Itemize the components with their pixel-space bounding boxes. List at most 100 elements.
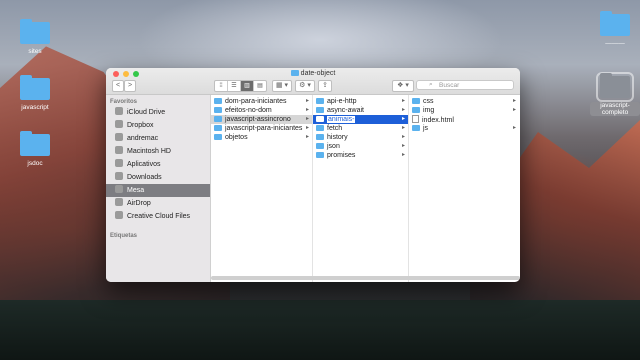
list-item[interactable]: fetch ▸ [313, 124, 408, 133]
desktop-folder-sites[interactable]: sites [10, 19, 60, 55]
apps-icon [115, 159, 123, 167]
column-view-button[interactable]: ▥ [241, 81, 254, 91]
folder-icon [316, 134, 324, 140]
folder-icon [412, 125, 420, 131]
desktop-folder-javascript[interactable]: javascript [10, 75, 60, 111]
chevron-right-icon: ▸ [401, 116, 405, 122]
dropbox-icon [115, 120, 123, 128]
sidebar-item-andremac[interactable]: andremac [106, 132, 210, 145]
chevron-right-icon: ▸ [401, 125, 405, 131]
home-icon [115, 133, 123, 141]
folder-icon [412, 107, 420, 113]
view-mode-selector: ⁞⁞ ☰ ▥ ▤ [214, 80, 267, 92]
cloud-icon [115, 107, 123, 115]
list-item-selected[interactable]: animais- ▸ [313, 115, 408, 124]
folder-icon [20, 19, 50, 44]
list-item[interactable]: dom-para-iniciantes ▸ [211, 97, 312, 106]
folder-icon [20, 131, 50, 156]
list-item[interactable]: img ▸ [409, 106, 519, 115]
sidebar-item-label: AirDrop [127, 200, 151, 207]
chevron-right-icon: ▸ [401, 98, 405, 104]
download-icon [115, 172, 123, 180]
folder-icon [214, 134, 222, 140]
folder-icon [316, 98, 324, 104]
folder-icon [596, 72, 634, 102]
column-browser: dom-para-iniciantes ▸ efeitos-no-dom ▸ jav… [211, 95, 520, 282]
sidebar-item-airdrop[interactable]: AirDrop [106, 197, 210, 210]
arrange-button[interactable]: ▦ ▾ [272, 80, 292, 92]
chevron-right-icon: ▸ [512, 125, 516, 131]
sidebar-item-dropbox[interactable]: Dropbox [106, 119, 210, 132]
list-item[interactable]: css ▸ [409, 97, 519, 106]
item-name: img [423, 107, 435, 114]
desktop-folder-jsdoc[interactable]: jsdoc [10, 131, 60, 167]
sidebar-item-label: Creative Cloud Files [127, 213, 191, 220]
horizontal-scrollbar[interactable] [211, 276, 520, 280]
rename-field[interactable]: animais- [327, 116, 356, 123]
list-item[interactable]: js ▸ [409, 124, 519, 133]
item-name: javascript-assincrono [225, 116, 291, 123]
list-item[interactable]: history ▸ [313, 133, 408, 142]
list-item[interactable]: json ▸ [313, 142, 408, 151]
sidebar-item-creative-cloud-files[interactable]: Creative Cloud Files [106, 210, 210, 223]
list-item[interactable]: javascript-assincrono ▸ [211, 115, 312, 124]
item-name: async-await [327, 107, 364, 114]
item-name: promises [327, 152, 356, 159]
list-view-button[interactable]: ☰ [228, 81, 241, 91]
back-button[interactable]: < [112, 80, 124, 92]
item-name: javascript-para-iniciantes [225, 125, 303, 132]
search-input[interactable]: Buscar [416, 80, 514, 90]
action-button[interactable]: ⚙ ▾ [295, 80, 315, 92]
sidebar-item-icloud-drive[interactable]: iCloud Drive [106, 106, 210, 119]
folder-icon [214, 98, 222, 104]
chevron-right-icon: ▸ [401, 143, 405, 149]
sidebar-item-macintosh-hd[interactable]: Macintosh HD [106, 145, 210, 158]
sidebar-item-downloads[interactable]: Downloads [106, 171, 210, 184]
folder-icon [290, 70, 299, 76]
desktop-folder-label: sites [28, 48, 42, 55]
disk-icon [115, 146, 123, 154]
list-item[interactable]: efeitos-no-dom ▸ [211, 106, 312, 115]
column-1: dom-para-iniciantes ▸ efeitos-no-dom ▸ jav… [211, 95, 313, 282]
list-item[interactable]: objetos ▸ [211, 133, 312, 142]
folder-icon [214, 116, 222, 122]
folder-icon [316, 107, 324, 113]
sidebar-item-mesa[interactable]: Mesa [106, 184, 210, 197]
item-name: dom-para-iniciantes [225, 98, 287, 105]
toolbar: < > ⁞⁞ ☰ ▥ ▤ ▦ ▾ ⚙ ▾ ⇪ ❖ ▾ Buscar [106, 80, 520, 92]
folder-icon [316, 116, 324, 122]
item-name: api-e-http [327, 98, 357, 105]
forward-button[interactable]: > [124, 80, 136, 92]
list-item[interactable]: api-e-http ▸ [313, 97, 408, 106]
dropbox-button[interactable]: ❖ ▾ [392, 80, 414, 92]
list-item[interactable]: index.html [409, 115, 519, 124]
window-title-text: date-object [300, 70, 336, 77]
icon-view-button[interactable]: ⁞⁞ [215, 81, 228, 91]
list-item[interactable]: promises ▸ [313, 151, 408, 160]
sidebar-item-label: Macintosh HD [127, 148, 171, 155]
desktop-folder-label: javascript [21, 104, 49, 111]
column-3: css ▸ img ▸ index.html js ▸ [409, 95, 519, 282]
finder-window: date-object < > ⁞⁞ ☰ ▥ ▤ ▦ ▾ ⚙ ▾ ⇪ ❖ ▾ B… [106, 68, 520, 282]
sidebar: Favoritos iCloud Drive Dropbox andremac … [106, 95, 211, 282]
titlebar: date-object < > ⁞⁞ ☰ ▥ ▤ ▦ ▾ ⚙ ▾ ⇪ ❖ ▾ B… [106, 68, 520, 95]
cover-flow-button[interactable]: ▤ [254, 81, 266, 91]
sidebar-item-label: andremac [127, 135, 159, 142]
list-item[interactable]: async-await ▸ [313, 106, 408, 115]
column-2: api-e-http ▸ async-await ▸ animais- ▸ fetch… [313, 95, 409, 282]
item-name: index.html [422, 117, 454, 124]
chevron-right-icon: ▸ [305, 125, 309, 131]
desktop-folder-right-top[interactable]: ——— [590, 11, 640, 47]
item-name: fetch [327, 125, 343, 132]
item-name: efeitos-no-dom [225, 107, 272, 114]
sidebar-item-aplicativos[interactable]: Aplicativos [106, 158, 210, 171]
airdrop-icon [115, 198, 123, 206]
folder-icon [412, 98, 420, 104]
desktop-folder-javascript-completo[interactable]: javascript- completo [590, 72, 640, 116]
share-button[interactable]: ⇪ [318, 80, 332, 92]
list-item[interactable]: javascript-para-iniciantes ▸ [211, 124, 312, 133]
desktop-folder-label: jsdoc [27, 160, 43, 167]
desktop-icon [115, 185, 123, 193]
window-title: date-object [106, 70, 520, 77]
chevron-right-icon: ▸ [401, 107, 405, 113]
